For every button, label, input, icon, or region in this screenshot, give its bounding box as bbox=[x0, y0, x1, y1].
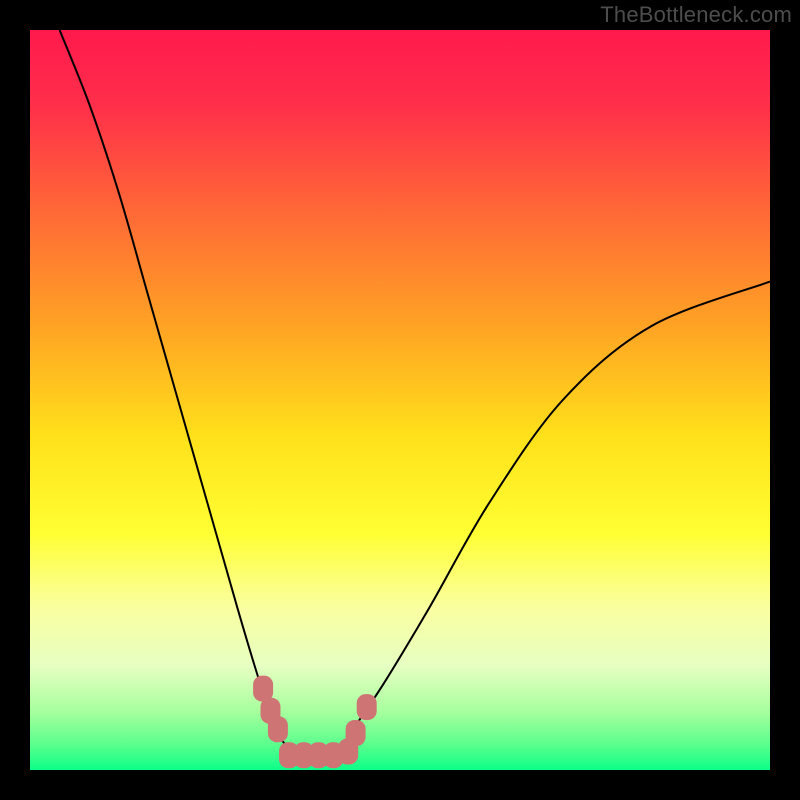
right-v-curve bbox=[326, 282, 770, 756]
trough-marker bbox=[253, 676, 273, 702]
chart-frame bbox=[30, 30, 770, 770]
left-v-curve bbox=[60, 30, 312, 755]
trough-marker bbox=[346, 720, 366, 746]
trough-marker bbox=[357, 694, 377, 720]
curves-layer bbox=[30, 30, 770, 770]
trough-marker bbox=[268, 716, 288, 742]
trough-markers-group bbox=[253, 676, 377, 769]
watermark-text: TheBottleneck.com bbox=[600, 2, 792, 28]
